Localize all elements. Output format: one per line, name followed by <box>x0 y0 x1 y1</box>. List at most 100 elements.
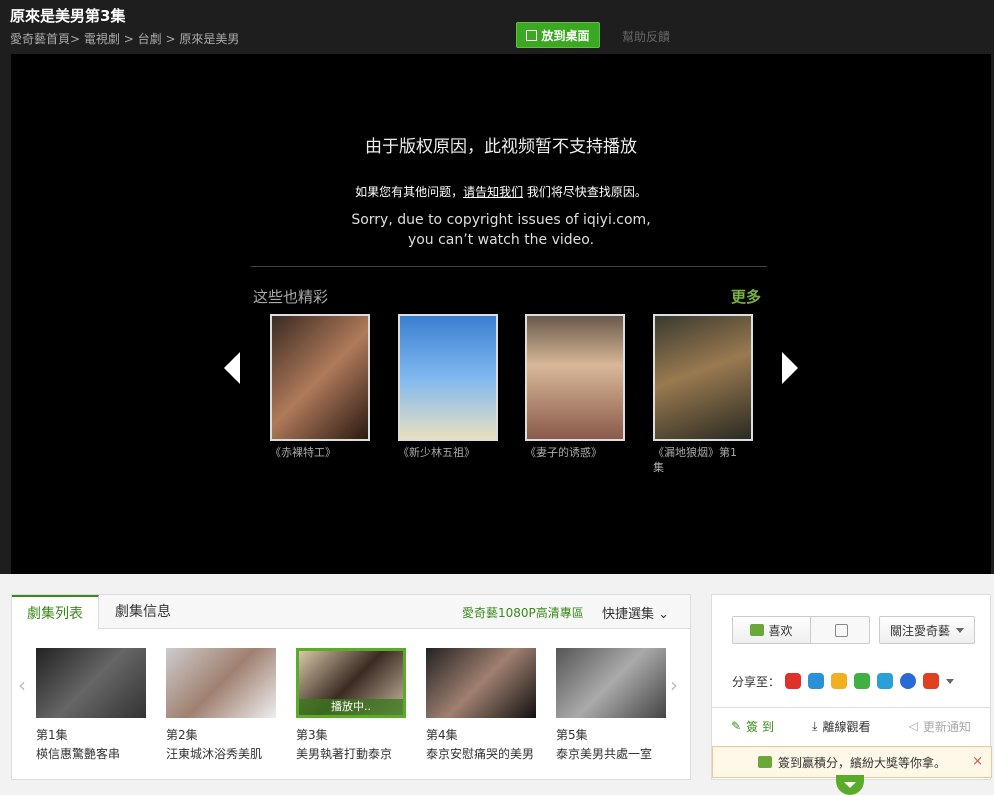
desktop-button-label: 放到桌面 <box>541 28 590 43</box>
episode-tabs: 劇集列表 劇集信息 愛奇藝1080P高清專區 快捷選集 ⌄ <box>12 595 690 630</box>
recommend-caption[interactable]: 《新少林五祖》 <box>398 445 488 460</box>
chevron-down-icon <box>956 627 964 633</box>
tab-episode-info[interactable]: 劇集信息 <box>100 595 186 629</box>
follow-label: 關注愛奇藝 <box>889 623 950 638</box>
recommend-item[interactable]: 《妻子的诱惑》 <box>525 314 635 460</box>
contact-message: 如果您有其他问题，请告知我们 我们将尽快查找原因。 <box>11 183 991 200</box>
episode-title[interactable]: 汪東城沐浴秀美肌 <box>166 745 278 762</box>
tab-episode-list[interactable]: 劇集列表 <box>12 595 99 630</box>
like-button[interactable]: 喜欢 <box>733 617 811 643</box>
thumbs-up-icon <box>750 624 765 636</box>
like-label: 喜欢 <box>768 623 793 638</box>
breadcrumb-sep: > <box>165 32 176 46</box>
episode-item[interactable]: 第4集 泰京安慰痛哭的美男 <box>426 648 538 762</box>
desktop-shortcut-button[interactable]: 放到桌面 <box>516 22 600 48</box>
breadcrumb-show[interactable]: 原來是美男 <box>179 32 239 46</box>
episode-number: 第1集 <box>36 728 68 742</box>
breadcrumb: 愛奇藝首頁> 電視劇 > 台劇 > 原來是美男 <box>10 30 239 47</box>
prev-arrow-icon[interactable] <box>224 352 240 384</box>
episode-title[interactable]: 楧信惠驚艷客串 <box>36 745 148 762</box>
signin-notice-bar: 簽到赢積分，繽紛大獎等你拿。 × <box>712 746 992 778</box>
action-row: ✎ 簽 到 ⤓ 離線觀看 ◁ 更新通知 <box>712 707 990 745</box>
close-icon[interactable]: × <box>972 754 983 769</box>
episode-thumbnail[interactable] <box>166 648 276 718</box>
episode-number: 第4集 <box>426 728 458 742</box>
offline-watch-button[interactable]: ⤓ 離線觀看 <box>812 718 870 735</box>
episode-number: 第2集 <box>166 728 198 742</box>
weibo-icon[interactable] <box>785 673 801 689</box>
wechat-icon[interactable] <box>854 673 870 689</box>
external-link-icon <box>526 29 538 41</box>
episode-title[interactable]: 美男執著打動泰京 <box>296 745 408 762</box>
more-share-icon[interactable] <box>946 678 954 684</box>
pencil-icon: ✎ <box>731 719 742 733</box>
breadcrumb-tv[interactable]: 電視劇 <box>84 32 120 46</box>
recommend-more-link[interactable]: 更多 <box>731 286 761 307</box>
scroll-down-icon[interactable] <box>836 775 864 795</box>
recommend-title: 这些也精彩 <box>253 288 329 306</box>
chevron-down-icon <box>844 782 856 788</box>
episode-item-current[interactable]: 播放中.. 第3集 美男執著打動泰京 <box>296 648 408 762</box>
breadcrumb-taiwan[interactable]: 台劇 <box>138 32 162 46</box>
sign-in-label: 簽 到 <box>746 719 774 734</box>
side-panel: 喜欢 關注愛奇藝 分享至： ✎ 簽 到 ⤓ 離線觀看 ◁ 更新通知 簽到赢積分，… <box>711 594 992 780</box>
episodes-prev-icon[interactable]: ‹ <box>18 673 26 697</box>
episode-item[interactable]: 第2集 汪東城沐浴秀美肌 <box>166 648 278 762</box>
episode-title[interactable]: 泰京美男共處一室 <box>556 745 668 762</box>
quick-select-dropdown[interactable]: 快捷選集 ⌄ <box>602 603 669 622</box>
offline-label: 離線觀看 <box>822 719 871 734</box>
share-label: 分享至： <box>732 675 781 689</box>
message-en-line1: Sorry, due to copyright issues of iqiyi.… <box>351 212 651 228</box>
next-arrow-icon[interactable] <box>782 352 798 384</box>
episodes-panel: 劇集列表 劇集信息 愛奇藝1080P高清專區 快捷選集 ⌄ ‹ › 第1集 楧信… <box>11 594 691 780</box>
recommend-item[interactable]: 《新少林五祖》 <box>398 314 508 460</box>
qq-icon[interactable] <box>808 673 824 689</box>
poster-image[interactable] <box>525 314 625 441</box>
breadcrumb-home[interactable]: 愛奇藝首頁> <box>10 32 80 46</box>
poster-image[interactable] <box>653 314 753 441</box>
speaker-icon: ◁ <box>908 719 918 733</box>
dislike-button[interactable] <box>812 617 870 643</box>
notice-text: 簽到赢積分，繽紛大獎等你拿。 <box>777 755 946 770</box>
contact-link[interactable]: 请告知我们 <box>463 185 523 199</box>
episode-thumbnail[interactable] <box>426 648 536 718</box>
tencent-weibo-icon[interactable] <box>877 673 893 689</box>
update-notice-button[interactable]: ◁ 更新通知 <box>909 718 971 735</box>
poster-image[interactable] <box>270 314 370 441</box>
poster-image[interactable] <box>398 314 498 441</box>
hd-zone-link[interactable]: 愛奇藝1080P高清專區 <box>462 604 584 621</box>
episodes-next-icon[interactable]: › <box>670 673 678 697</box>
episode-item[interactable]: 第1集 楧信惠驚艷客串 <box>36 648 148 762</box>
top-dark-area: 原來是美男第3集 愛奇藝首頁> 電視劇 > 台劇 > 原來是美男 放到桌面 幫助… <box>0 0 994 574</box>
quick-select-label: 快捷選集 <box>602 607 655 622</box>
kaixin-icon[interactable] <box>923 673 939 689</box>
recommend-caption[interactable]: 《漏地狼烟》第1集 <box>653 445 743 475</box>
share-icons <box>785 673 954 689</box>
follow-button[interactable]: 關注愛奇藝 <box>879 616 975 644</box>
copyright-message-en: Sorry, due to copyright issues of iqiyi.… <box>11 210 991 250</box>
episode-thumbnail[interactable] <box>556 648 666 718</box>
episode-title[interactable]: 泰京安慰痛哭的美男 <box>426 745 538 762</box>
episode-item[interactable]: 第5集 泰京美男共處一室 <box>556 648 668 762</box>
episode-thumbnail[interactable] <box>36 648 146 718</box>
video-player[interactable]: 由于版权原因，此视频暂不支持播放 如果您有其他问题，请告知我们 我们将尽快查找原… <box>11 54 991 574</box>
recommend-caption[interactable]: 《赤裸特工》 <box>270 445 360 460</box>
update-notice-label: 更新通知 <box>922 719 971 734</box>
recommend-item[interactable]: 《赤裸特工》 <box>270 314 380 460</box>
breadcrumb-sep: > <box>123 32 134 46</box>
divider <box>251 266 767 267</box>
message-en-line2: you can’t watch the video. <box>407 232 595 248</box>
sign-in-button[interactable]: ✎ 簽 到 <box>731 718 774 735</box>
qzone-icon[interactable] <box>831 673 847 689</box>
chevron-down-icon: ⌄ <box>658 607 670 622</box>
recommend-caption[interactable]: 《妻子的诱惑》 <box>525 445 615 460</box>
contact-suffix: 我们将尽快查找原因。 <box>523 185 647 199</box>
renren-icon[interactable] <box>900 673 916 689</box>
recommend-item[interactable]: 《漏地狼烟》第1集 <box>653 314 763 475</box>
download-icon: ⤓ <box>812 718 818 733</box>
episode-thumbnail[interactable]: 播放中.. <box>296 648 406 718</box>
help-feedback-link[interactable]: 幫助反饋 <box>622 28 670 45</box>
episode-number: 第5集 <box>556 728 588 742</box>
contact-prefix: 如果您有其他问题， <box>355 185 464 199</box>
page-title: 原來是美男第3集 <box>10 7 126 25</box>
